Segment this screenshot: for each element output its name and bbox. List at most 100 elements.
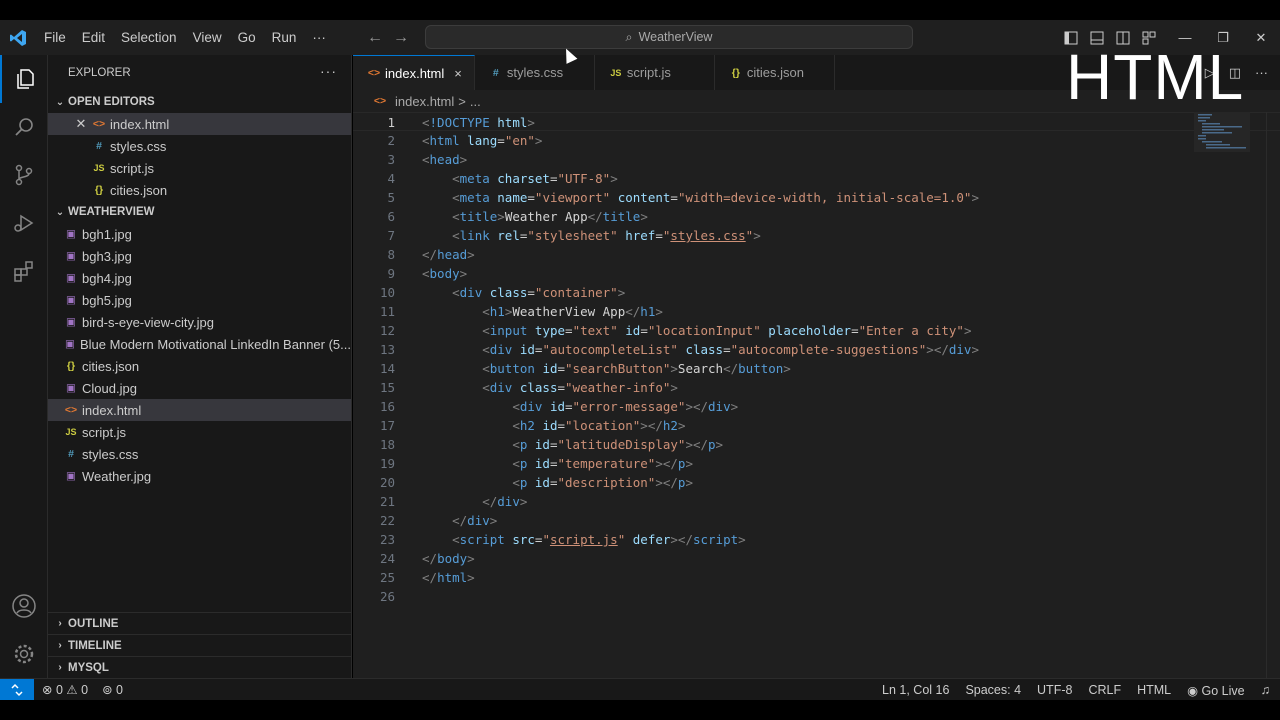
line-number: 1 (387, 115, 395, 130)
top-black-bar (0, 0, 1280, 20)
menu-edit[interactable]: Edit (74, 30, 113, 45)
code-line: 20 <p id="description"></p> (353, 473, 1280, 492)
code-line: 24 </body> (353, 549, 1280, 568)
extensions-icon[interactable] (0, 247, 48, 295)
notifications-bell-icon[interactable]: ♫ (1261, 683, 1270, 697)
menu-run[interactable]: Run (264, 30, 305, 45)
indentation[interactable]: Spaces: 4 (965, 683, 1021, 697)
language-mode[interactable]: HTML (1137, 683, 1171, 697)
file-item[interactable]: {} cities.json (48, 355, 351, 377)
code-line: 7 <link rel="stylesheet" href="styles.cs… (353, 226, 1280, 245)
line-number: 8 (387, 247, 395, 262)
code-text: <div class="container"> (452, 285, 626, 300)
mysql-section[interactable]: › MYSQL (48, 656, 352, 678)
menu-view[interactable]: View (185, 30, 230, 45)
file-item[interactable]: ▣ bgh4.jpg (48, 267, 351, 289)
code-text: <div id="error-message"></div> (512, 399, 739, 414)
menu-more[interactable]: ··· (304, 30, 334, 45)
back-arrow-icon[interactable]: ← (367, 29, 383, 47)
breadcrumb-file[interactable]: index.html (395, 94, 454, 109)
file-item[interactable]: ▣ bgh5.jpg (48, 289, 351, 311)
file-item[interactable]: ▣ bgh3.jpg (48, 245, 351, 267)
code-editor[interactable]: 1 <!DOCTYPE html> 2 <html lang="en"> 3 <hea… (353, 112, 1280, 678)
more-actions-icon[interactable]: ··· (1255, 65, 1268, 80)
code-line: 22 </div> (353, 511, 1280, 530)
open-editor-item[interactable]: JS script.js (48, 157, 351, 179)
error-count: 0 (55, 683, 63, 697)
explorer-header: EXPLORER ··· (48, 55, 351, 91)
code-text: <meta charset="UTF-8"> (452, 171, 618, 186)
command-center-search[interactable]: ⌕ WeatherView (425, 25, 913, 49)
code-text: <html lang="en"> (422, 133, 543, 148)
menu-file[interactable]: File (36, 30, 74, 45)
open-editors-section[interactable]: ⌄ OPEN EDITORS (48, 91, 351, 113)
file-item[interactable]: ▣ Weather.jpg (48, 465, 351, 487)
file-name: cities.json (82, 358, 140, 374)
chevron-right-icon: › (58, 662, 62, 673)
file-item[interactable]: ▣ bird-s-eye-view-city.jpg (48, 311, 351, 333)
timeline-label: TIMELINE (68, 639, 122, 652)
tab-cities-json[interactable]: {} cities.json (714, 55, 835, 90)
close-window-icon[interactable]: ✕ (1242, 30, 1280, 46)
code-line: 9 <body> (353, 264, 1280, 283)
problems-indicator[interactable]: ⊗ 0 ⚠ 0 (42, 682, 88, 697)
tab-index-html[interactable]: <> index.html × (353, 55, 475, 90)
open-editor-name: script.js (110, 160, 155, 176)
go-live-button[interactable]: ◉ Go Live (1187, 683, 1244, 698)
menu-selection[interactable]: Selection (113, 30, 185, 45)
remote-icon[interactable] (0, 678, 34, 701)
breadcrumb-rest[interactable]: ... (470, 94, 481, 109)
code-text: <h1>WeatherView App</h1> (482, 304, 663, 319)
file-item[interactable]: JS script.js (48, 421, 351, 443)
broadcast-icon: ◉ (1187, 683, 1202, 698)
open-editor-item[interactable]: # styles.css (48, 135, 351, 157)
forward-arrow-icon[interactable]: → (393, 29, 409, 47)
image-file-icon: ▣ (66, 294, 76, 306)
code-line: 15 <div class="weather-info"> (353, 378, 1280, 397)
editor-scrollbar[interactable] (1266, 112, 1280, 678)
code-text: <input type="text" id="locationInput" pl… (482, 323, 972, 338)
code-line: 21 </div> (353, 492, 1280, 511)
project-folder-section[interactable]: ⌄ WEATHERVIEW (48, 201, 351, 223)
image-file-icon: ▣ (66, 470, 76, 482)
file-item[interactable]: <> index.html (48, 399, 351, 421)
minimap[interactable] (1194, 112, 1250, 152)
file-item[interactable]: # styles.css (48, 443, 351, 465)
explorer-icon[interactable] (0, 55, 48, 103)
line-number: 11 (379, 304, 395, 319)
account-icon[interactable] (0, 582, 48, 630)
run-debug-icon[interactable] (0, 199, 48, 247)
menu-go[interactable]: Go (230, 30, 264, 45)
chevron-down-icon: ⌄ (55, 206, 65, 218)
line-ending[interactable]: CRLF (1088, 683, 1121, 697)
tab-styles-css[interactable]: # styles.css (474, 55, 595, 90)
file-name: bgh5.jpg (82, 292, 132, 308)
cursor-position[interactable]: Ln 1, Col 16 (882, 683, 949, 697)
outline-section[interactable]: › OUTLINE (48, 612, 352, 634)
code-text: </body> (422, 551, 475, 566)
close-icon[interactable]: ✕ (72, 116, 90, 132)
tab-label: script.js (626, 65, 671, 80)
encoding[interactable]: UTF-8 (1037, 683, 1072, 697)
gear-icon[interactable] (0, 630, 48, 678)
json-file-icon: {} (731, 66, 740, 79)
explorer-more-icon[interactable]: ··· (320, 63, 337, 79)
search-icon[interactable] (0, 103, 48, 151)
ports-indicator[interactable]: ⊚ 0 (102, 682, 123, 697)
line-number: 24 (379, 551, 395, 566)
open-editor-item[interactable]: {} cities.json (48, 179, 351, 201)
code-text: <h2 id="location"></h2> (512, 418, 686, 433)
close-icon[interactable]: × (454, 66, 462, 81)
file-item[interactable]: ▣ Blue Modern Motivational LinkedIn Banne… (48, 333, 351, 355)
chevron-right-icon: › (58, 618, 62, 629)
timeline-section[interactable]: › TIMELINE (48, 634, 352, 656)
source-control-icon[interactable] (0, 151, 48, 199)
image-file-icon: ▣ (65, 338, 75, 350)
tab-script-js[interactable]: JS script.js (594, 55, 715, 90)
line-number: 10 (379, 285, 395, 300)
open-editor-item[interactable]: ✕ <> index.html (48, 113, 351, 135)
json-file-icon: {} (94, 184, 104, 196)
file-item[interactable]: ▣ bgh1.jpg (48, 223, 351, 245)
file-item[interactable]: ▣ Cloud.jpg (48, 377, 351, 399)
css-file-icon: # (68, 448, 74, 460)
